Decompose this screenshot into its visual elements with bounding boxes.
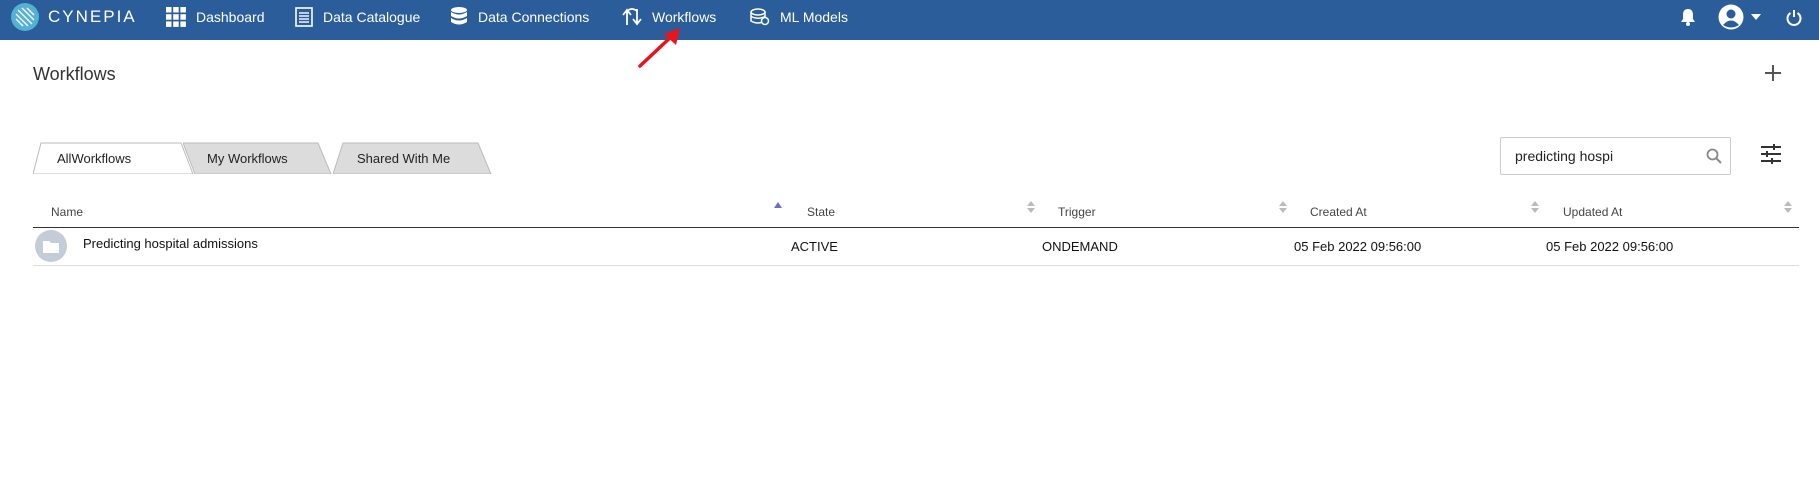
annotation-arrow (638, 28, 680, 68)
workflow-trigger: ONDEMAND (1042, 239, 1118, 254)
tab-label: Shared With Me (357, 150, 451, 166)
workflow-created-at: 05 Feb 2022 09:56:00 (1294, 239, 1422, 254)
brand-name: CYNEPIA (48, 7, 137, 26)
top-navigation-bar: CYNEPIA Dashboard Data Catalogue Data Co… (0, 0, 1819, 40)
logout-button[interactable] (1786, 5, 1802, 29)
column-header-state[interactable]: State (807, 205, 835, 219)
workflow-updated-at: 05 Feb 2022 09:56:00 (1546, 239, 1674, 254)
folder-icon (35, 230, 67, 262)
tab-my-workflows[interactable]: My Workflows (183, 142, 333, 174)
nav-label-dashboard: Dashboard (196, 9, 265, 25)
user-avatar-icon (1718, 4, 1744, 30)
add-workflow-button[interactable] (1762, 62, 1784, 84)
sort-icon[interactable] (1530, 200, 1540, 214)
document-icon (295, 7, 313, 27)
power-icon (1786, 9, 1802, 26)
database-icon (451, 7, 467, 25)
ml-models-icon (750, 8, 770, 26)
search-icon[interactable] (1706, 148, 1722, 164)
tab-label: AllWorkflows (57, 150, 132, 166)
notifications-button[interactable] (1680, 5, 1696, 29)
chevron-down-icon (1751, 14, 1761, 20)
table-header: Name State Trigger Created At Updated At (33, 196, 1799, 228)
sort-icon[interactable] (1278, 200, 1288, 214)
grid-icon (166, 7, 186, 27)
sort-ascending-icon[interactable] (773, 200, 783, 214)
workflow-name[interactable]: Predicting hospital admissions (83, 236, 258, 251)
tab-shared-with-me[interactable]: Shared With Me (333, 142, 493, 174)
user-menu-button[interactable] (1718, 4, 1761, 30)
sort-icon[interactable] (1783, 200, 1793, 214)
nav-label-ml-models: ML Models (780, 9, 848, 25)
workflow-icon (622, 8, 642, 26)
tab-all-workflows[interactable]: AllWorkflows (33, 142, 195, 174)
nav-label-data-connections: Data Connections (478, 9, 590, 25)
nav-item-ml-models[interactable]: ML Models (750, 0, 848, 34)
sort-icon[interactable] (1026, 200, 1036, 214)
nav-item-dashboard[interactable]: Dashboard (166, 0, 265, 34)
brand[interactable]: CYNEPIA (10, 2, 137, 32)
column-header-trigger[interactable]: Trigger (1058, 205, 1096, 219)
workflow-state: ACTIVE (791, 239, 838, 254)
column-header-created-at[interactable]: Created At (1310, 205, 1367, 219)
cynepia-logo-icon (11, 3, 39, 31)
search-box (1500, 137, 1731, 175)
bell-icon (1681, 9, 1695, 26)
table-row[interactable]: Predicting hospital admissions ACTIVE ON… (33, 228, 1799, 266)
column-header-name[interactable]: Name (51, 205, 83, 219)
nav-label-data-catalogue: Data Catalogue (323, 9, 421, 25)
search-input[interactable] (1515, 146, 1695, 166)
page-title: Workflows (33, 64, 116, 84)
tab-label: My Workflows (207, 150, 288, 166)
nav-item-data-connections[interactable]: Data Connections (450, 0, 589, 34)
column-header-updated-at[interactable]: Updated At (1563, 205, 1622, 219)
nav-item-data-catalogue[interactable]: Data Catalogue (295, 0, 420, 34)
nav-label-workflows: Workflows (652, 9, 717, 25)
workflows-table: Name State Trigger Created At Updated At… (33, 196, 1799, 266)
filter-settings-button[interactable] (1760, 144, 1782, 164)
